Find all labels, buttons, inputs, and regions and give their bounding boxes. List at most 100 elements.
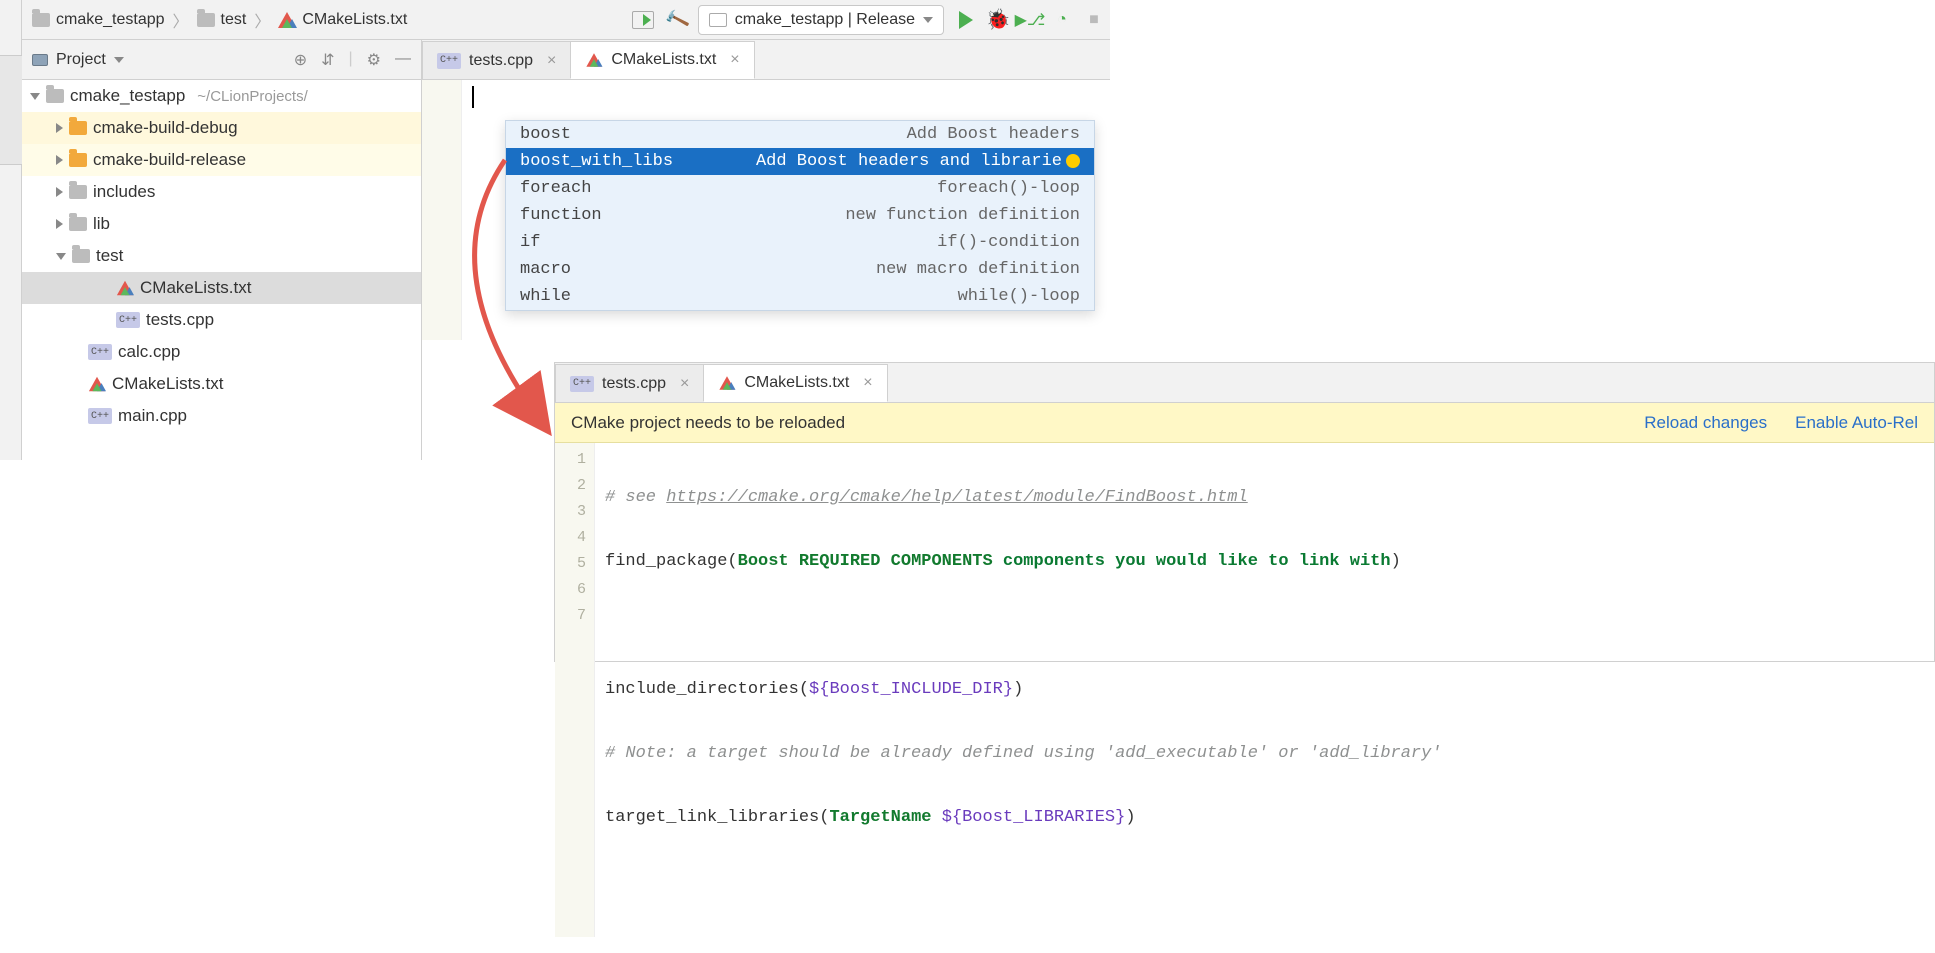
close-icon[interactable]: ×	[863, 374, 872, 392]
editor-tab-bar: tests.cpp × CMakeLists.txt ×	[555, 363, 1934, 403]
completion-item-foreach[interactable]: foreach foreach()-loop	[506, 175, 1094, 202]
tree-label: test	[96, 246, 123, 266]
stop-icon[interactable]: ■	[1084, 10, 1104, 30]
tree-folder-includes[interactable]: includes	[22, 176, 421, 208]
completion-item-function[interactable]: function new function definition	[506, 202, 1094, 229]
folder-icon	[69, 217, 87, 231]
cmake-icon	[278, 12, 296, 28]
close-icon[interactable]: ×	[730, 51, 739, 69]
build-icon[interactable]: 🔨	[663, 7, 689, 33]
intention-bulb-icon[interactable]	[1066, 154, 1080, 168]
reload-banner: CMake project needs to be reloaded Reloa…	[555, 403, 1934, 443]
completion-name: boost	[520, 125, 571, 144]
tab-cmakelists[interactable]: CMakeLists.txt ×	[703, 364, 887, 402]
enable-auto-reload-link[interactable]: Enable Auto-Rel	[1795, 413, 1918, 433]
expand-toggle-icon[interactable]	[30, 93, 40, 100]
tree-file-root-cmakelists[interactable]: CMakeLists.txt	[22, 368, 421, 400]
completion-name: foreach	[520, 179, 591, 198]
tab-label: tests.cpp	[602, 375, 666, 393]
tree-file-test-cmakelists[interactable]: CMakeLists.txt	[22, 272, 421, 304]
run-target-icon[interactable]	[632, 11, 654, 29]
code-editor[interactable]: 1234567 # see https://cmake.org/cmake/he…	[555, 443, 1934, 937]
completion-item-macro[interactable]: macro new macro definition	[506, 256, 1094, 283]
tree-root[interactable]: cmake_testapp ~/CLionProjects/	[22, 80, 421, 112]
completion-desc: new function definition	[845, 206, 1080, 225]
banner-message: CMake project needs to be reloaded	[571, 413, 845, 433]
expand-toggle-icon[interactable]	[56, 253, 66, 260]
run-config-selector[interactable]: cmake_testapp | Release	[698, 5, 944, 35]
completion-name: function	[520, 206, 602, 225]
tree-label: calc.cpp	[118, 342, 180, 362]
tab-label: CMakeLists.txt	[744, 374, 849, 392]
code-content[interactable]: # see https://cmake.org/cmake/help/lates…	[595, 443, 1934, 937]
chevron-right-icon: 〉	[254, 8, 270, 32]
folder-icon	[69, 153, 87, 167]
chevron-down-icon[interactable]	[114, 57, 124, 63]
caret	[472, 86, 474, 108]
code-token: ${Boost_INCLUDE_DIR}	[809, 680, 1013, 699]
tree-folder-build-release[interactable]: cmake-build-release	[22, 144, 421, 176]
completion-item-if[interactable]: if if()-condition	[506, 229, 1094, 256]
debug-icon[interactable]: 🐞	[988, 10, 1008, 30]
tab-cmakelists[interactable]: CMakeLists.txt ×	[570, 41, 754, 79]
gear-icon[interactable]: ⚙	[367, 50, 381, 70]
folder-icon	[46, 89, 64, 103]
completion-item-while[interactable]: while while()-loop	[506, 283, 1094, 310]
completion-name: macro	[520, 260, 571, 279]
completion-desc: if()-condition	[937, 233, 1080, 252]
expand-toggle-icon[interactable]	[56, 123, 63, 133]
tree-folder-lib[interactable]: lib	[22, 208, 421, 240]
tree-label: CMakeLists.txt	[112, 374, 223, 394]
cmake-icon	[587, 53, 602, 67]
completion-item-boost[interactable]: boost Add Boost headers	[506, 121, 1094, 148]
expand-all-icon[interactable]: ⇵	[321, 50, 334, 70]
tree-file-tests-cpp[interactable]: tests.cpp	[22, 304, 421, 336]
chevron-down-icon	[923, 17, 933, 23]
tree-folder-build-debug[interactable]: cmake-build-debug	[22, 112, 421, 144]
breadcrumb-file-label: CMakeLists.txt	[302, 11, 407, 29]
expand-toggle-icon[interactable]	[56, 155, 63, 165]
profile-icon[interactable]: ◔	[1052, 10, 1072, 30]
top-toolbar: cmake_testapp 〉 test 〉 CMakeLists.txt 🔨 …	[22, 0, 1110, 40]
breadcrumb-folder[interactable]: test	[193, 9, 251, 31]
run-icon[interactable]	[956, 10, 976, 30]
tree-file-calc-cpp[interactable]: calc.cpp	[22, 336, 421, 368]
project-view-title[interactable]: Project	[56, 51, 106, 69]
code-token: components you would like to link with	[1003, 552, 1391, 571]
tree-root-path: ~/CLionProjects/	[197, 88, 307, 105]
reload-changes-link[interactable]: Reload changes	[1644, 413, 1767, 433]
code-token: # Note: a target should be already defin…	[605, 744, 1442, 763]
chevron-right-icon: 〉	[173, 8, 189, 32]
completion-name: if	[520, 233, 540, 252]
cpp-file-icon	[570, 376, 594, 392]
completion-item-boost-with-libs[interactable]: boost_with_libs Add Boost headers and li…	[506, 148, 1094, 175]
project-tree[interactable]: cmake_testapp ~/CLionProjects/ cmake-bui…	[22, 80, 422, 460]
code-token: TargetName	[829, 808, 931, 827]
run-config-label: cmake_testapp | Release	[735, 11, 915, 29]
hide-icon[interactable]: —	[395, 50, 411, 70]
editor-content[interactable]	[462, 80, 1110, 120]
tab-tests-cpp[interactable]: tests.cpp ×	[555, 364, 704, 402]
breadcrumb-file[interactable]: CMakeLists.txt	[274, 9, 411, 31]
breadcrumb-root-label: cmake_testapp	[56, 11, 165, 29]
editor-gutter	[422, 80, 462, 340]
completion-desc: foreach()-loop	[937, 179, 1080, 198]
completion-desc: Add Boost headers	[907, 125, 1080, 144]
close-icon[interactable]: ×	[547, 52, 556, 70]
cpp-file-icon	[116, 312, 140, 328]
cmake-icon	[89, 377, 105, 391]
tree-folder-test[interactable]: test	[22, 240, 421, 272]
tab-label: tests.cpp	[469, 52, 533, 70]
code-token: include_directories	[605, 680, 799, 699]
completion-popup[interactable]: boost Add Boost headers boost_with_libs …	[505, 120, 1095, 311]
expand-toggle-icon[interactable]	[56, 187, 63, 197]
tree-file-main-cpp[interactable]: main.cpp	[22, 400, 421, 432]
tree-label: CMakeLists.txt	[140, 278, 251, 298]
project-tool-button[interactable]: 1: Project	[0, 55, 22, 165]
run-coverage-icon[interactable]: ▶⎇	[1020, 10, 1040, 30]
close-icon[interactable]: ×	[680, 375, 689, 393]
select-opened-icon[interactable]: ⊕	[294, 50, 307, 70]
breadcrumb-root[interactable]: cmake_testapp	[28, 9, 169, 31]
tab-tests-cpp[interactable]: tests.cpp ×	[422, 41, 571, 79]
expand-toggle-icon[interactable]	[56, 219, 63, 229]
